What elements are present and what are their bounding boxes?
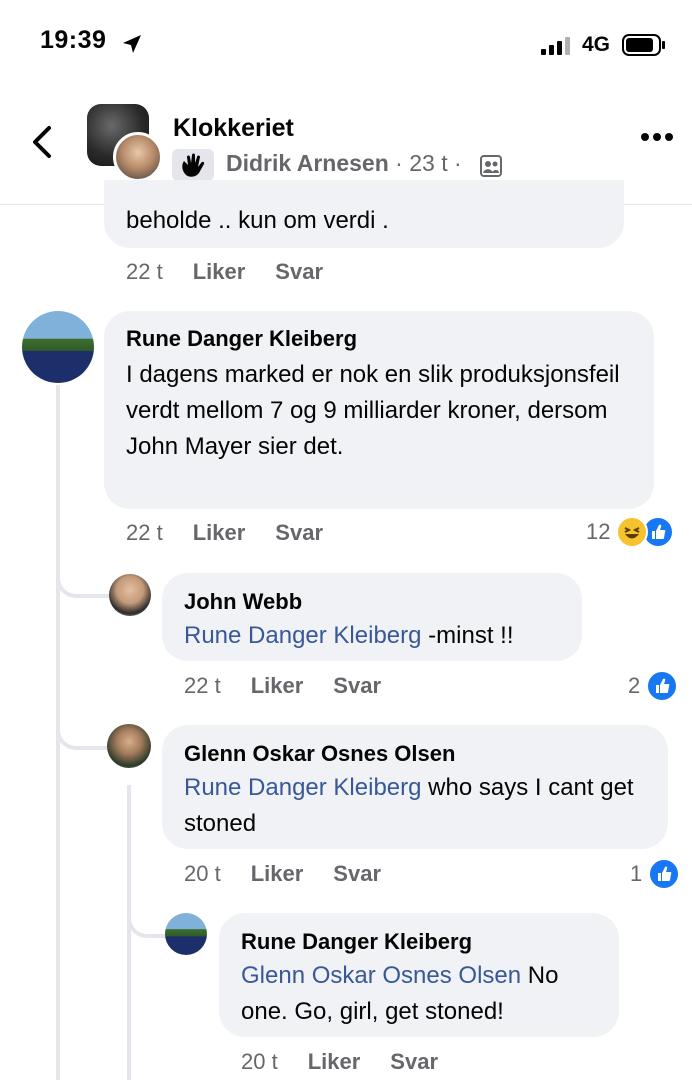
byline-separator: ·: [395, 150, 403, 176]
thread-connector: [56, 560, 112, 598]
reply-button[interactable]: Svar: [333, 673, 381, 698]
audience-group-icon: [480, 155, 502, 182]
reaction-summary[interactable]: 12: [586, 516, 675, 548]
author-name[interactable]: Didrik Arnesen: [226, 150, 389, 176]
like-button[interactable]: Liker: [193, 259, 246, 284]
author-avatar[interactable]: [113, 132, 163, 182]
avatar[interactable]: [109, 574, 151, 616]
comment-time: 22 t: [126, 259, 163, 284]
avatar[interactable]: [165, 913, 207, 955]
like-reaction-icon: [648, 858, 681, 890]
post-age: 23 t: [409, 150, 448, 176]
back-arrow-icon[interactable]: [30, 125, 54, 164]
commenter-name[interactable]: John Webb: [184, 589, 302, 615]
avatar[interactable]: [22, 311, 94, 383]
mention-link[interactable]: Glenn Oskar Osnes Olsen: [241, 962, 521, 989]
commenter-name[interactable]: Rune Danger Kleiberg: [241, 929, 472, 955]
signal-icon: [541, 37, 573, 60]
status-time: 19:39: [40, 26, 107, 54]
reaction-count: 1: [630, 861, 643, 886]
like-button[interactable]: Liker: [251, 861, 304, 886]
commenter-name[interactable]: Rune Danger Kleiberg: [126, 326, 357, 352]
location-arrow-icon: [121, 33, 143, 60]
comment-meta: 20 t Liker Svar: [184, 861, 381, 887]
comment-meta: 22 t Liker Svar: [126, 259, 323, 285]
reply-button[interactable]: Svar: [333, 861, 381, 886]
comment-text-line: Glenn Oskar Osnes Olsen No one. Go, girl…: [241, 958, 611, 1030]
comment-time: 20 t: [184, 861, 221, 886]
group-name[interactable]: Klokkeriet: [173, 114, 294, 143]
reply-button[interactable]: Svar: [390, 1049, 438, 1074]
comment-text-line: Rune Danger Kleiberg -minst !!: [184, 618, 514, 654]
thread-line: [127, 785, 131, 1080]
avatar[interactable]: [107, 724, 151, 768]
thread-connector: [127, 900, 169, 938]
reply-button[interactable]: Svar: [275, 520, 323, 545]
network-label: 4G: [582, 33, 611, 56]
comment-text: I dagens marked er nok en slik produksjo…: [126, 361, 620, 460]
like-button[interactable]: Liker: [308, 1049, 361, 1074]
comment-meta: 20 t Liker Svar: [241, 1049, 438, 1075]
reply-button[interactable]: Svar: [275, 259, 323, 284]
comment-text: beholde .. kun om verdi .: [126, 207, 389, 234]
comment-text: -minst !!: [421, 622, 514, 649]
comment-text-line: Rune Danger Kleiberg who says I cant get…: [184, 770, 659, 842]
reaction-summary[interactable]: 1: [630, 858, 681, 890]
byline-separator-2: ·: [453, 150, 462, 176]
mention-link[interactable]: Rune Danger Kleiberg: [184, 622, 421, 649]
comment-meta: 22 t Liker Svar: [184, 673, 381, 699]
comment-time: 20 t: [241, 1049, 278, 1074]
like-button[interactable]: Liker: [251, 673, 304, 698]
thread-connector: [56, 710, 112, 750]
haha-reaction-icon: [616, 516, 649, 548]
commenter-name[interactable]: Glenn Oskar Osnes Olsen: [184, 741, 455, 767]
comment-time: 22 t: [126, 520, 163, 545]
reaction-count: 12: [586, 519, 611, 544]
comment-meta: 22 t Liker Svar: [126, 520, 323, 546]
like-button[interactable]: Liker: [193, 520, 246, 545]
comment-time: 22 t: [184, 673, 221, 698]
battery-icon: [622, 34, 666, 61]
reaction-count: 2: [628, 673, 641, 698]
wave-badge-icon: [172, 149, 214, 181]
mention-link[interactable]: Rune Danger Kleiberg: [184, 774, 421, 801]
post-byline: Didrik Arnesen · 23 t ·: [226, 150, 462, 177]
more-options-icon[interactable]: [640, 129, 674, 147]
like-reaction-icon: [646, 670, 679, 702]
reaction-summary[interactable]: 2: [628, 670, 679, 702]
